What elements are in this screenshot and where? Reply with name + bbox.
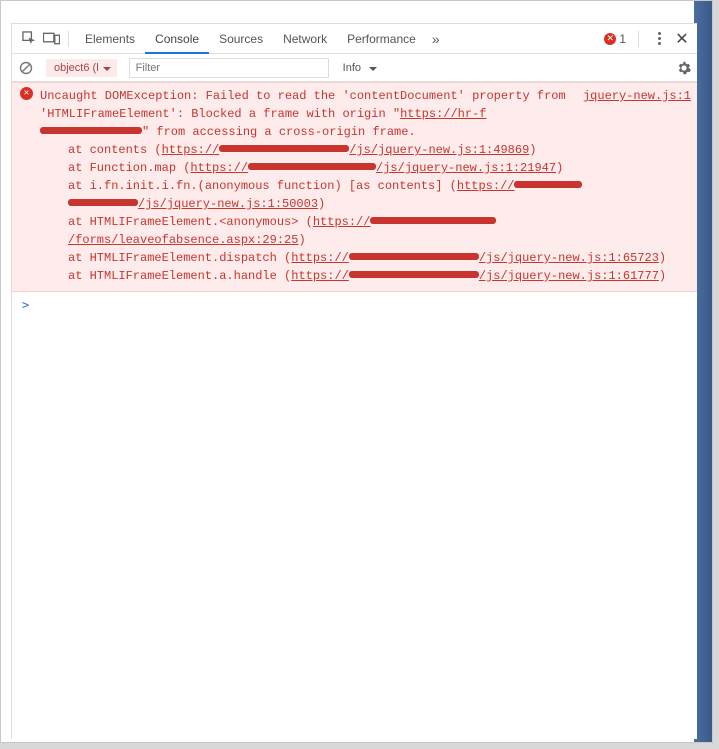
error-origin-link[interactable]: [40, 125, 142, 139]
tab-elements[interactable]: Elements: [75, 24, 145, 54]
stack-frame: at HTMLIFrameElement.<anonymous> (https:…: [40, 213, 691, 249]
error-icon: ✕: [604, 33, 616, 45]
devtools-panel: Elements Console Sources Network Perform…: [11, 23, 697, 739]
settings-icon[interactable]: [677, 61, 691, 75]
error-count: 1: [619, 32, 626, 46]
level-selector[interactable]: Info: [335, 59, 393, 77]
stack-link[interactable]: https:///js/jquery-new.js:1:49869: [162, 143, 530, 157]
stack-link[interactable]: /js/jquery-new.js:1:50003: [68, 197, 318, 211]
tab-console[interactable]: Console: [145, 24, 209, 54]
error-text: Uncaught DOMException: Failed to read th…: [40, 89, 566, 121]
menu-icon[interactable]: [651, 32, 667, 45]
tab-bar: Elements Console Sources Network Perform…: [12, 24, 697, 54]
device-toggle-icon[interactable]: [40, 28, 62, 50]
stack-frame: at contents (https:///js/jquery-new.js:1…: [40, 141, 691, 159]
tabs-overflow-icon[interactable]: »: [426, 31, 446, 47]
console-error-entry: ✕ jquery-new.js:1 Uncaught DOMException:…: [12, 82, 697, 292]
tab-sources[interactable]: Sources: [209, 24, 273, 54]
stack-link[interactable]: https:///js/jquery-new.js:1:61777: [291, 269, 659, 283]
tab-performance[interactable]: Performance: [337, 24, 426, 54]
stack-frame: at i.fn.init.i.fn.(anonymous function) […: [40, 177, 691, 213]
stack-link[interactable]: https:///js/jquery-new.js:1:21947: [190, 161, 556, 175]
close-icon[interactable]: ✕: [673, 29, 691, 49]
inspect-icon[interactable]: [18, 28, 40, 50]
clear-console-icon[interactable]: [18, 60, 34, 76]
console-toolbar: object6 (l Info: [12, 54, 697, 82]
stack-frame: at HTMLIFrameElement.dispatch (https:///…: [40, 249, 691, 267]
error-text: " from accessing a cross-origin frame.: [142, 125, 416, 139]
source-link[interactable]: jquery-new.js:1: [583, 87, 691, 105]
stack-link[interactable]: https:///js/jquery-new.js:1:65723: [291, 251, 659, 265]
error-count-badge[interactable]: ✕ 1: [604, 32, 626, 46]
stack-link[interactable]: https://: [457, 179, 583, 193]
context-selector[interactable]: object6 (l: [46, 59, 117, 77]
stack-frame: at Function.map (https:///js/jquery-new.…: [40, 159, 691, 177]
stack-frame: at HTMLIFrameElement.a.handle (https:///…: [40, 267, 691, 285]
error-icon: ✕: [20, 87, 33, 100]
error-origin-link[interactable]: https://hr-f: [400, 107, 486, 121]
filter-input[interactable]: [129, 58, 329, 78]
console-prompt[interactable]: >: [12, 292, 697, 318]
console-output: ✕ jquery-new.js:1 Uncaught DOMException:…: [12, 82, 697, 739]
tab-network[interactable]: Network: [273, 24, 337, 54]
